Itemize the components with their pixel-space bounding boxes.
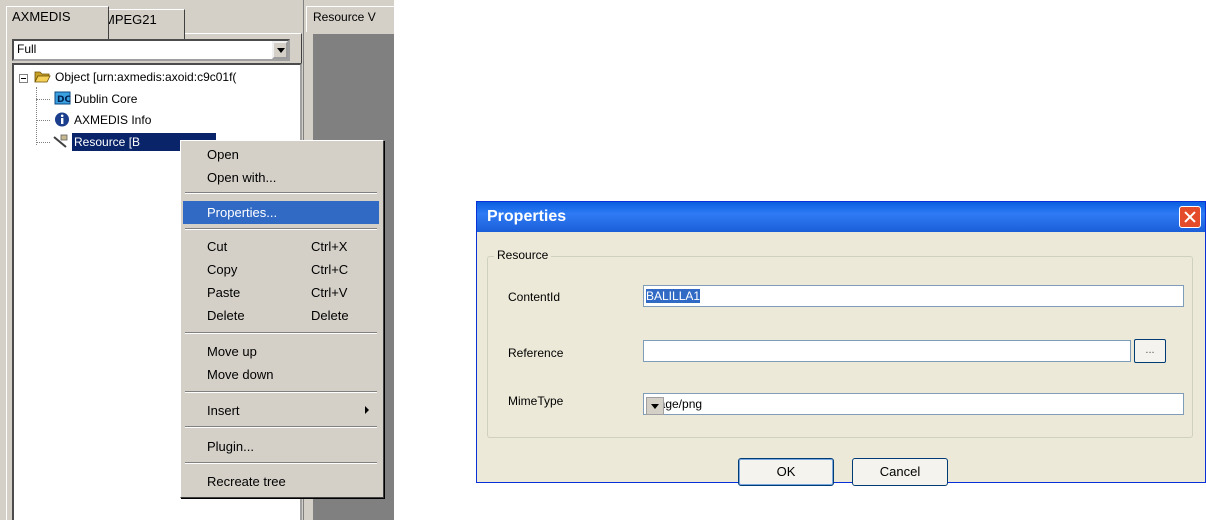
menu-item-insert[interactable]: Insert bbox=[183, 399, 379, 422]
menu-item-open[interactable]: Open bbox=[183, 143, 379, 166]
dialog-titlebar[interactable]: Properties bbox=[477, 202, 1205, 232]
chevron-down-icon[interactable] bbox=[646, 397, 664, 415]
menu-shortcut: Ctrl+V bbox=[311, 285, 348, 300]
menu-separator bbox=[185, 426, 377, 428]
menu-item-label: Delete bbox=[207, 308, 245, 323]
menu-item-move-up[interactable]: Move up bbox=[183, 340, 379, 363]
close-icon[interactable] bbox=[1179, 206, 1201, 228]
menu-item-open-with[interactable]: Open with... bbox=[183, 166, 379, 189]
context-menu: Open Open with... Properties... Cut Ctrl+… bbox=[180, 140, 384, 498]
menu-separator bbox=[185, 332, 377, 334]
menu-item-plugin[interactable]: Plugin... bbox=[183, 435, 379, 458]
tree-node-label: Object [urn:axmedis:axoid:c9c01f( bbox=[55, 70, 237, 84]
menu-shortcut: Ctrl+C bbox=[311, 262, 349, 277]
view-mode-select[interactable]: Full bbox=[12, 39, 290, 61]
menu-item-properties[interactable]: Properties... bbox=[183, 201, 379, 224]
menu-item-paste[interactable]: Paste Ctrl+V bbox=[183, 281, 379, 304]
menu-item-copy[interactable]: Copy Ctrl+C bbox=[183, 258, 379, 281]
ok-button[interactable]: OK bbox=[738, 458, 834, 486]
reference-field[interactable] bbox=[643, 340, 1131, 362]
menu-separator bbox=[185, 391, 377, 393]
menu-item-label: Insert bbox=[207, 403, 240, 418]
tree-node-object[interactable]: Object [urn:axmedis:axoid:c9c01f( bbox=[14, 68, 300, 86]
contentid-field[interactable]: BALILLA1 bbox=[643, 285, 1184, 307]
menu-item-label: Move up bbox=[207, 344, 257, 359]
menu-shortcut: Delete bbox=[311, 308, 349, 323]
menu-item-label: Cut bbox=[207, 239, 228, 254]
contentid-value: BALILLA1 bbox=[646, 289, 701, 303]
menu-separator bbox=[185, 192, 377, 194]
dublin-core-icon: DC bbox=[54, 91, 71, 105]
submenu-arrow-icon bbox=[365, 406, 369, 414]
groupbox-label: Resource bbox=[494, 248, 552, 262]
menu-item-delete[interactable]: Delete Delete bbox=[183, 304, 379, 327]
properties-dialog: Properties Resource ContentId BALILLA1 R… bbox=[476, 201, 1206, 486]
menu-item-label: Open with... bbox=[207, 170, 277, 185]
cancel-button[interactable]: Cancel bbox=[852, 458, 948, 486]
tree-node-axmedis-info[interactable]: AXMEDIS Info bbox=[14, 111, 214, 129]
menu-separator bbox=[185, 228, 377, 230]
resource-icon bbox=[53, 134, 68, 148]
chevron-down-icon[interactable] bbox=[272, 41, 288, 59]
reference-label: Reference bbox=[508, 346, 564, 360]
collapse-icon[interactable] bbox=[19, 74, 28, 83]
tab-axmedis[interactable]: AXMEDIS bbox=[6, 6, 109, 39]
menu-item-label: Copy bbox=[207, 262, 238, 277]
menu-item-label: Paste bbox=[207, 285, 241, 300]
menu-item-label: Recreate tree bbox=[207, 474, 286, 489]
menu-item-label: Properties... bbox=[207, 205, 278, 220]
menu-item-recreate-tree[interactable]: Recreate tree bbox=[183, 470, 379, 493]
browse-button[interactable]: ... bbox=[1134, 339, 1166, 363]
tab-mpeg21[interactable]: MPEG21 bbox=[98, 9, 185, 39]
menu-item-label: Plugin... bbox=[207, 439, 254, 454]
contentid-label: ContentId bbox=[508, 290, 561, 304]
tree-node-dublin-core[interactable]: DC Dublin Core bbox=[14, 90, 214, 108]
menu-separator bbox=[185, 462, 377, 464]
menu-item-label: Open bbox=[207, 147, 239, 162]
resource-groupbox: Resource ContentId BALILLA1 Reference ..… bbox=[487, 248, 1193, 438]
menu-item-move-down[interactable]: Move down bbox=[183, 363, 379, 386]
mimetype-label: MimeType bbox=[508, 394, 564, 408]
mimetype-select[interactable]: image/png bbox=[643, 393, 1184, 415]
dialog-title: Properties bbox=[487, 208, 567, 225]
tree-node-label: AXMEDIS Info bbox=[74, 113, 152, 127]
menu-shortcut: Ctrl+X bbox=[311, 239, 348, 254]
folder-open-icon bbox=[34, 71, 51, 83]
view-mode-value: Full bbox=[17, 42, 37, 56]
tab-resource-viewer[interactable]: Resource V bbox=[306, 6, 394, 32]
menu-item-cut[interactable]: Cut Ctrl+X bbox=[183, 235, 379, 258]
info-icon bbox=[55, 112, 69, 127]
menu-item-label: Move down bbox=[207, 367, 274, 382]
svg-text:DC: DC bbox=[57, 95, 71, 105]
tree-node-label: Dublin Core bbox=[74, 92, 138, 106]
